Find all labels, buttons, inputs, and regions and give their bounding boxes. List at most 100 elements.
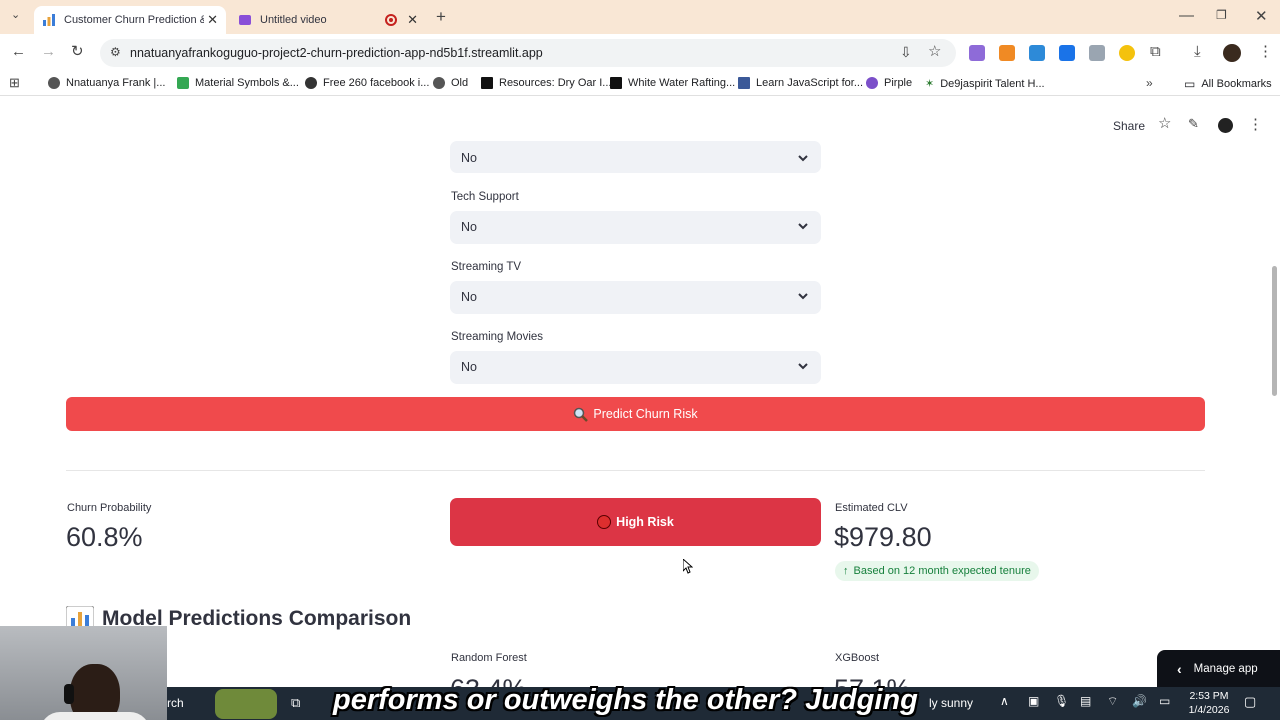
manage-app-button[interactable]: ‹ Manage app: [1157, 650, 1280, 687]
material-symbols-icon: [177, 77, 189, 89]
webcam-overlay: [0, 626, 167, 720]
clv-delta-text: Based on 12 month expected tenure: [853, 565, 1031, 577]
streaming-tv-label: Streaming TV: [451, 261, 522, 273]
bookmark-item[interactable]: Resources: Dry Oar I...: [481, 77, 611, 89]
profile-avatar[interactable]: [1223, 44, 1241, 62]
new-tab-icon[interactable]: +: [436, 8, 446, 25]
all-bookmarks[interactable]: ▭ All Bookmarks: [1184, 77, 1272, 91]
video-caption: performs or outweighs the other? Judging: [333, 684, 918, 716]
bookmarks-bar: ⊞ Nnatuanya Frank |... Material Symbols …: [0, 72, 1280, 96]
streaming-movies-select[interactable]: No: [450, 351, 821, 384]
extension-icon[interactable]: [1029, 45, 1045, 61]
predict-churn-button[interactable]: Predict Churn Risk: [66, 397, 1205, 431]
tech-support-select[interactable]: No: [450, 211, 821, 244]
chevron-left-icon: ‹: [1177, 660, 1182, 677]
churn-probability-label: Churn Probability: [67, 502, 152, 514]
battery-icon[interactable]: ▭: [1159, 695, 1170, 707]
video-favicon-icon: [238, 13, 252, 27]
address-bar[interactable]: ⚙ nnatuanyafrankoguguo-project2-churn-pr…: [100, 39, 956, 67]
more-bookmarks-icon[interactable]: »: [1146, 77, 1153, 89]
edit-pencil-icon[interactable]: ✎: [1188, 117, 1199, 130]
browser-toolbar: ← → ↻ ⚙ nnatuanyafrankoguguo-project2-ch…: [0, 34, 1280, 72]
random-forest-label: Random Forest: [451, 652, 527, 664]
bookmark-favicon-icon: [866, 77, 878, 89]
reload-icon[interactable]: ↻: [71, 44, 84, 59]
tab-bar: ⌄ Customer Churn Prediction & C ✕ Untitl…: [0, 0, 1280, 34]
tray-app-icon[interactable]: ▤: [1080, 695, 1091, 707]
microphone-icon[interactable]: 🎙: [1054, 695, 1069, 707]
maximize-icon[interactable]: ❐: [1216, 9, 1227, 21]
tab-title: Untitled video: [260, 14, 327, 26]
tab-title: Customer Churn Prediction & C: [64, 14, 204, 26]
tab-untitled-video[interactable]: Untitled video ✕: [230, 6, 426, 34]
red-circle-icon: [597, 515, 612, 529]
bookmark-item[interactable]: Free 260 facebook i...: [305, 77, 429, 89]
task-view-icon[interactable]: ⧉: [291, 696, 300, 709]
url-text[interactable]: nnatuanyafrankoguguo-project2-churn-pred…: [130, 46, 543, 60]
clock[interactable]: 2:53 PM 1/4/2026: [1179, 689, 1239, 717]
predict-button-label: Predict Churn Risk: [593, 407, 698, 421]
browser-menu-icon[interactable]: ⋮: [1258, 44, 1273, 59]
forward-icon[interactable]: →: [41, 44, 56, 59]
streaming-movies-label: Streaming Movies: [451, 331, 544, 343]
star-icon[interactable]: ☆: [1158, 116, 1171, 131]
bookmark-item[interactable]: ✶ De9jaspirit Talent H...: [925, 77, 1045, 91]
bookmark-item[interactable]: Pirple: [866, 77, 912, 89]
close-tab-icon[interactable]: ✕: [207, 12, 218, 28]
close-tab-icon[interactable]: ✕: [407, 12, 418, 28]
bookmark-favicon-icon: [481, 77, 493, 89]
download-icon[interactable]: ⤓: [1194, 44, 1201, 59]
risk-level-badge: High Risk: [450, 498, 821, 546]
tray-app-icon[interactable]: ▣: [1028, 695, 1039, 707]
taskbar-search-image: [215, 689, 277, 719]
extension-icon[interactable]: [969, 45, 985, 61]
github-icon[interactable]: [1218, 118, 1233, 133]
select-value: No: [461, 220, 477, 234]
chevron-down-icon: [798, 155, 808, 162]
bookmark-item[interactable]: Old: [433, 77, 468, 89]
manage-app-label: Manage app: [1193, 662, 1258, 675]
streaming-tv-select[interactable]: No: [450, 281, 821, 314]
notifications-icon[interactable]: ▢: [1244, 695, 1256, 708]
window-close-icon[interactable]: ✕: [1255, 9, 1268, 24]
apps-grid-icon[interactable]: ⊞: [9, 76, 20, 89]
bookmark-item[interactable]: White Water Rafting...: [610, 77, 735, 89]
star-bookmark-icon: ✶: [925, 78, 935, 90]
chevron-down-icon: [798, 223, 808, 230]
risk-level-text: High Risk: [616, 515, 674, 529]
mouse-cursor-icon: [683, 559, 693, 574]
clock-time: 2:53 PM: [1189, 690, 1229, 702]
site-info-icon[interactable]: ⚙: [110, 46, 121, 58]
page-scrollbar[interactable]: [1272, 266, 1277, 396]
bookmark-item[interactable]: Material Symbols &...: [177, 77, 299, 89]
taskbar-search-text[interactable]: rch: [167, 696, 184, 710]
clv-value: $979.80: [834, 522, 932, 552]
bookmark-item[interactable]: Nnatuanya Frank |...: [48, 77, 165, 89]
tab-churn-prediction[interactable]: Customer Churn Prediction & C ✕: [34, 6, 226, 34]
select-value: No: [461, 290, 477, 304]
share-button[interactable]: Share: [1113, 119, 1145, 133]
xgboost-label: XGBoost: [835, 652, 880, 664]
magnifier-icon: [574, 407, 589, 422]
wifi-icon[interactable]: ⌔: [1107, 695, 1118, 707]
extensions-puzzle-icon[interactable]: ⧉: [1150, 44, 1161, 59]
bookmark-star-icon[interactable]: ☆: [928, 44, 941, 59]
volume-icon[interactable]: 🔊: [1132, 695, 1147, 707]
select-value: No: [461, 360, 477, 374]
tray-chevron-icon[interactable]: ∧: [1000, 695, 1009, 707]
section-divider: [66, 470, 1205, 471]
back-icon[interactable]: ←: [11, 44, 26, 59]
app-menu-icon[interactable]: ⋮: [1248, 117, 1263, 132]
extension-icon[interactable]: [1119, 45, 1135, 61]
minimize-icon[interactable]: —: [1179, 8, 1194, 23]
extension-icon[interactable]: [999, 45, 1015, 61]
clv-delta-badge: ↑ Based on 12 month expected tenure: [835, 561, 1039, 581]
install-app-icon[interactable]: ⇩: [900, 45, 912, 59]
chart-favicon-icon: [42, 13, 56, 27]
extension-icon[interactable]: [1059, 45, 1075, 61]
tab-search-chevron-icon[interactable]: ⌄: [11, 10, 20, 21]
globe-icon: [433, 77, 445, 89]
bookmark-item[interactable]: Learn JavaScript for...: [738, 77, 863, 89]
select-top[interactable]: No: [450, 141, 821, 173]
shield-extension-icon[interactable]: [1089, 45, 1105, 61]
